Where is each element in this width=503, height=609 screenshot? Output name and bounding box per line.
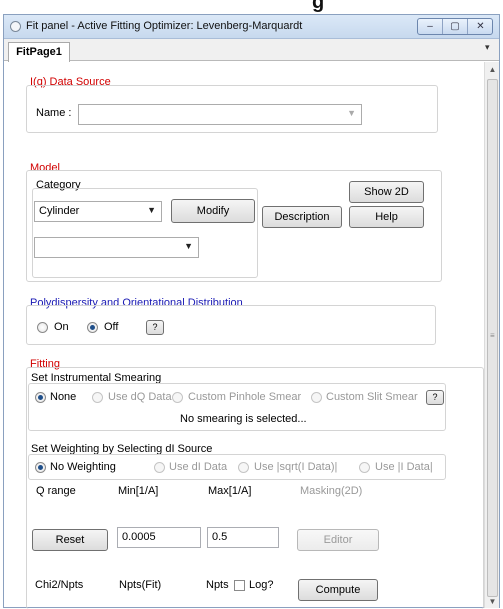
- window-title: Fit panel - Active Fitting Optimizer: Le…: [26, 20, 303, 32]
- chevron-down-icon: ▼: [147, 205, 156, 215]
- npts-label: Npts: [206, 579, 229, 591]
- weighting-sqrt-radio[interactable]: [238, 462, 249, 473]
- chevron-down-icon: ▼: [347, 108, 356, 118]
- log-checkbox[interactable]: [234, 580, 245, 591]
- smearing-pinhole-label: Custom Pinhole Smear: [188, 391, 302, 403]
- smearing-none-label: None: [50, 391, 77, 403]
- polydispersity-off-radio[interactable]: [87, 322, 98, 333]
- qmax-label: Max[1/A]: [208, 485, 252, 497]
- polydispersity-on-radio[interactable]: [37, 322, 48, 333]
- smearing-none-radio[interactable]: [35, 392, 46, 403]
- reset-button[interactable]: Reset: [32, 529, 108, 551]
- description-button[interactable]: Description: [262, 206, 342, 228]
- category-value: Cylinder: [39, 205, 80, 217]
- maximize-button[interactable]: ▢: [443, 19, 468, 34]
- editor-button[interactable]: Editor: [297, 529, 379, 551]
- masking-label: Masking(2D): [300, 485, 363, 497]
- tab-bar: FitPage1 ▾: [4, 39, 499, 62]
- log-label: Log?: [249, 579, 274, 591]
- weighting-abs-radio[interactable]: [359, 462, 370, 473]
- close-button[interactable]: ✕: [468, 19, 493, 34]
- show-2d-button[interactable]: Show 2D: [349, 181, 424, 203]
- scrollbar-thumb[interactable]: ≡: [487, 79, 498, 597]
- minimize-button[interactable]: –: [418, 19, 443, 34]
- chi2-label: Chi2/Npts: [35, 579, 84, 591]
- scrollbar-grip-icon: ≡: [490, 331, 495, 340]
- app-icon: [10, 21, 21, 32]
- chevron-down-icon: ▼: [184, 241, 193, 251]
- modify-button[interactable]: Modify: [171, 199, 255, 223]
- smearing-dq-radio[interactable]: [92, 392, 103, 403]
- tab-fitpage1[interactable]: FitPage1: [8, 42, 70, 62]
- weighting-di-label: Use dI Data: [169, 461, 228, 473]
- polydispersity-off-label: Off: [104, 321, 119, 333]
- weighting-abs-label: Use |I Data|: [375, 461, 433, 473]
- model-combobox[interactable]: ▼: [34, 237, 199, 258]
- smearing-help-button[interactable]: ?: [426, 390, 444, 405]
- polydispersity-help-button[interactable]: ?: [146, 320, 164, 335]
- background-fragment: g: [0, 0, 503, 14]
- weighting-none-label: No Weighting: [50, 461, 116, 473]
- name-label: Name :: [36, 107, 72, 119]
- qmax-input[interactable]: 0.5: [207, 527, 279, 548]
- polydispersity-on-label: On: [54, 321, 69, 333]
- npts-fit-label: Npts(Fit): [119, 579, 162, 591]
- weighting-di-radio[interactable]: [154, 462, 165, 473]
- fit-panel-window: Fit panel - Active Fitting Optimizer: Le…: [3, 14, 500, 609]
- scroll-down-arrow-icon[interactable]: ▼: [485, 595, 500, 608]
- smearing-slit-radio[interactable]: [311, 392, 322, 403]
- window-controls: – ▢ ✕: [417, 18, 493, 35]
- smearing-status-text: No smearing is selected...: [180, 413, 307, 425]
- title-bar[interactable]: Fit panel - Active Fitting Optimizer: Le…: [4, 15, 499, 39]
- qrange-label: Q range: [36, 485, 76, 497]
- weighting-sqrt-label: Use |sqrt(I Data)|: [254, 461, 338, 473]
- smearing-dq-label: Use dQ Data: [108, 391, 172, 403]
- vertical-scrollbar[interactable]: ▲ ≡ ▼: [484, 62, 499, 608]
- tab-menu-chevron-icon[interactable]: ▾: [485, 42, 490, 53]
- data-name-combobox[interactable]: ▼: [78, 104, 362, 125]
- smearing-pinhole-radio[interactable]: [172, 392, 183, 403]
- weighting-none-radio[interactable]: [35, 462, 46, 473]
- smearing-slit-label: Custom Slit Smear: [326, 391, 418, 403]
- compute-button[interactable]: Compute: [298, 579, 378, 601]
- scroll-up-arrow-icon[interactable]: ▲: [485, 62, 500, 77]
- qmin-input[interactable]: 0.0005: [117, 527, 201, 548]
- qmin-label: Min[1/A]: [118, 485, 159, 497]
- help-button[interactable]: Help: [349, 206, 424, 228]
- category-combobox[interactable]: Cylinder ▼: [34, 201, 162, 222]
- background-heading-fragment: g: [312, 0, 325, 13]
